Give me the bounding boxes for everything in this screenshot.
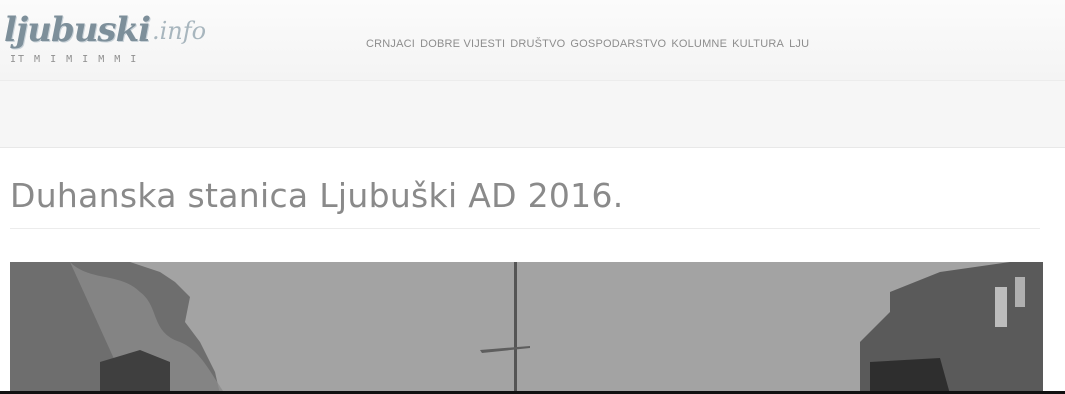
site-header: ljubuski .info IT M I M I M M I CRNJACI …	[0, 0, 1065, 81]
nav-item-gospodarstvo[interactable]: GOSPODARSTVO	[570, 38, 666, 50]
logo-wordmark: ljubuski	[4, 10, 151, 50]
nav-item-kultura[interactable]: KULTURA	[732, 38, 784, 50]
nav-item-dobre-vijesti[interactable]: DOBRE VIJESTI	[420, 38, 505, 50]
page: ljubuski .info IT M I M I M M I CRNJACI …	[0, 0, 1065, 394]
photo-illustration	[10, 262, 1043, 394]
photo-foliage-right	[870, 358, 950, 394]
nav-item-crnjaci[interactable]: CRNJACI	[366, 38, 415, 50]
title-divider	[10, 228, 1040, 229]
photo-window-1	[995, 287, 1007, 327]
photo-pole	[514, 262, 517, 394]
secondary-bar	[0, 81, 1065, 148]
main-nav: CRNJACI DOBRE VIJESTI DRUŠTVO GOSPODARST…	[366, 38, 814, 50]
logo-domain-suffix: .info	[152, 17, 207, 45]
site-logo[interactable]: ljubuski .info IT M I M I M M I	[4, 10, 224, 72]
nav-item-ljubuski[interactable]: LJU	[789, 38, 809, 50]
nav-item-kolumne[interactable]: KOLUMNE	[671, 38, 727, 50]
article-photo[interactable]	[10, 262, 1043, 394]
logo-tagline: IT M I M I M M I	[10, 54, 139, 65]
photo-window-2	[1015, 277, 1025, 307]
nav-item-drustvo[interactable]: DRUŠTVO	[510, 38, 565, 50]
article-title: Duhanska stanica Ljubuški AD 2016.	[10, 176, 624, 215]
